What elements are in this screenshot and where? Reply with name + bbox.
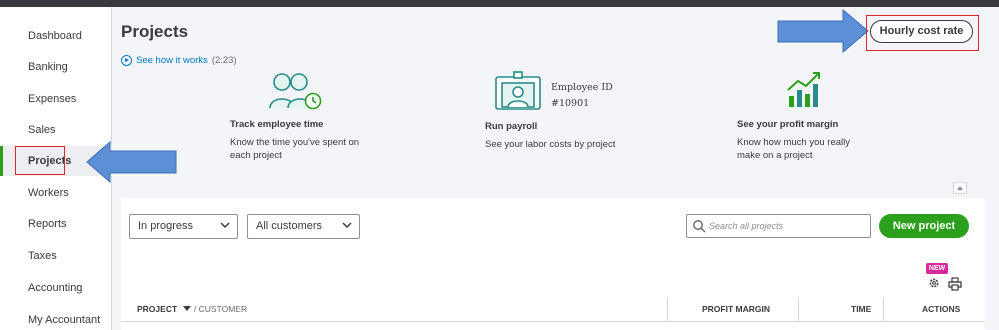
see-how-label: See how it works — [136, 55, 208, 66]
feature-track-time: Track employee time Know the time you've… — [230, 113, 380, 162]
sidebar-item-my-accountant[interactable]: My Accountant — [0, 305, 112, 330]
feature-desc: Know how much you really make on a proje… — [737, 136, 887, 162]
hourly-cost-rate-button[interactable]: Hourly cost rate — [870, 20, 973, 43]
employee-id-text: Employee ID — [551, 82, 613, 93]
search-placeholder: Search all projects — [709, 221, 784, 231]
see-how-it-works-link[interactable]: See how it works (2:23) — [121, 55, 237, 66]
customer-filter-select[interactable]: All customers — [247, 214, 360, 239]
sidebar-item-reports[interactable]: Reports — [0, 209, 112, 239]
column-project-label: PROJECT — [137, 304, 178, 314]
feature-desc: See your labor costs by project — [485, 138, 635, 151]
sidebar-item-taxes[interactable]: Taxes — [0, 241, 112, 271]
feature-desc-line: Know the time you've spent on — [230, 137, 360, 148]
column-divider — [667, 297, 668, 322]
new-badge: NEW — [926, 263, 948, 274]
projects-panel: In progress All customers Search all pro… — [121, 198, 985, 330]
feature-run-payroll: Run payroll See your labor costs by proj… — [485, 115, 635, 151]
sort-down-icon — [182, 306, 191, 311]
sidebar-item-dashboard[interactable]: Dashboard — [0, 21, 112, 51]
status-filter-value: In progress — [138, 220, 194, 232]
feature-desc-line: Know how much you really — [737, 137, 850, 148]
play-icon — [121, 55, 132, 66]
projects-highlight-box — [15, 146, 65, 175]
column-profit-margin-label: PROFIT MARGIN — [702, 304, 770, 314]
sidebar-item-accounting[interactable]: Accounting — [0, 273, 112, 303]
column-customer-label: / CUSTOMER — [193, 304, 248, 314]
customer-filter-value: All customers — [256, 220, 323, 232]
people-clock-icon — [269, 73, 322, 110]
column-actions: ACTIONS — [922, 297, 960, 322]
page-title: Projects — [121, 22, 189, 41]
feature-title: Track employee time — [230, 119, 324, 130]
projects-table-header: PROJECT / CUSTOMER PROFIT MARGIN TIME AC… — [121, 297, 985, 322]
column-time-label: TIME — [851, 304, 872, 314]
collapse-chevron-button[interactable] — [953, 182, 967, 194]
column-divider — [883, 297, 884, 322]
video-duration: (2:23) — [211, 55, 237, 66]
chart-up-icon — [787, 72, 820, 107]
column-time[interactable]: TIME — [851, 297, 871, 322]
column-project[interactable]: PROJECT / CUSTOMER — [137, 297, 247, 322]
feature-desc-line: See your labor costs by project — [485, 139, 616, 150]
feature-profit-margin: See your profit margin Know how much you… — [737, 113, 887, 162]
search-icon — [693, 220, 706, 233]
feature-desc: Know the time you've spent on each proje… — [230, 136, 380, 162]
status-filter-select[interactable]: In progress — [129, 214, 238, 239]
column-actions-label: ACTIONS — [922, 304, 961, 314]
sidebar-item-banking[interactable]: Banking — [0, 52, 112, 82]
left-arrow-annotation — [86, 141, 177, 183]
employee-id-number: #10901 — [551, 98, 590, 109]
search-projects-input[interactable]: Search all projects — [686, 214, 871, 238]
printer-icon[interactable] — [948, 277, 962, 291]
chevron-down-icon — [220, 222, 230, 229]
feature-title: Run payroll — [485, 121, 538, 132]
sidebar-item-expenses[interactable]: Expenses — [0, 84, 112, 114]
column-divider — [798, 297, 799, 322]
top-bar — [0, 0, 999, 7]
id-badge-icon — [495, 71, 541, 110]
new-project-button[interactable]: New project — [879, 214, 969, 238]
gear-icon[interactable] — [928, 277, 940, 289]
column-profit-margin[interactable]: PROFIT MARGIN — [702, 297, 770, 322]
right-arrow-annotation — [777, 9, 869, 53]
feature-title: See your profit margin — [737, 119, 839, 130]
employee-id-label: Employee ID #10901 — [551, 80, 613, 112]
chevron-down-icon — [342, 222, 352, 229]
feature-desc-line: each project — [230, 150, 282, 161]
feature-desc-line: make on a project — [737, 150, 813, 161]
